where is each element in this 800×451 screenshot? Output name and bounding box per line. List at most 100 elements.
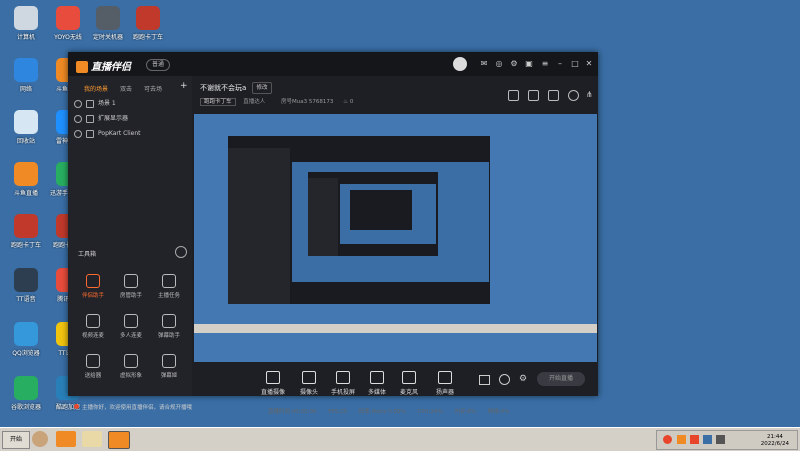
tab-double[interactable]: 双击	[120, 84, 132, 93]
bell-icon[interactable]: ◎	[494, 59, 504, 69]
notification-icon[interactable]	[568, 90, 579, 101]
edit-title-button[interactable]: 修改	[252, 82, 272, 94]
tool-item[interactable]: 送给器	[74, 354, 112, 379]
room-title: 不谢就不会玩a	[200, 84, 247, 92]
bottom-tool-button[interactable]: 扬声器	[424, 371, 466, 396]
notice-dot-icon	[74, 404, 79, 409]
app-icon	[14, 6, 38, 30]
screenshot-icon[interactable]	[508, 90, 519, 101]
tool-label: 视频连麦	[81, 333, 104, 339]
bottom-tool-label: 扬声器	[435, 389, 454, 396]
desktop-icon[interactable]: 谷歌浏览器	[2, 376, 50, 411]
preview-nested-sidebar-2	[308, 178, 338, 256]
settings-icon[interactable]: ⚙	[509, 59, 519, 69]
desktop-icon[interactable]: 跑跑卡丁车	[2, 214, 50, 249]
app-icon	[14, 214, 38, 238]
app-icon	[14, 322, 38, 346]
desktop-icon[interactable]: QQ浏览器	[2, 322, 50, 357]
status-fps: FPS:25	[328, 409, 348, 415]
camera-small-icon[interactable]	[499, 374, 510, 385]
app-icon	[56, 6, 80, 30]
eye-icon[interactable]	[74, 99, 82, 108]
desktop-icon-label: 谷歌浏览器	[10, 404, 41, 411]
source-row[interactable]: 扩展显示器	[74, 113, 128, 125]
taskbar-avatar-icon[interactable]	[32, 431, 48, 447]
eye-icon[interactable]	[74, 129, 82, 138]
category-secondary[interactable]: 直播达人	[243, 99, 265, 105]
share-icon[interactable]: ⋔	[586, 90, 595, 99]
tool-item[interactable]: 虚拟形象	[112, 354, 150, 379]
tool-item[interactable]: 多人连麦	[112, 314, 150, 339]
taskbar-folder-icon[interactable]	[82, 431, 102, 447]
tool-item[interactable]: 弹幕姬	[150, 354, 188, 379]
start-live-button[interactable]: 开始直播	[537, 372, 585, 386]
close-icon[interactable]: ✕	[584, 59, 594, 69]
layout-icon[interactable]	[548, 90, 559, 101]
right-panel: 不谢就不会玩a 修改 跑跑卡丁车 直播达人 房号Mua3 5768173 ♨ 0…	[192, 76, 598, 415]
tab-other[interactable]: 可去场	[144, 84, 162, 93]
minimize-icon[interactable]: –	[555, 59, 565, 69]
tray-live-icon[interactable]	[677, 435, 686, 444]
lock-icon[interactable]	[86, 114, 94, 123]
tool-icon	[124, 354, 138, 368]
tab-my-scenes[interactable]: 我的场景	[84, 84, 108, 93]
start-button[interactable]: 开始	[2, 431, 30, 449]
source-row[interactable]: 场景 1	[74, 98, 116, 110]
tool-label: 伴侣助手	[81, 293, 104, 299]
clock-time: 21:44	[766, 434, 783, 440]
mail-icon[interactable]: ✉	[479, 59, 489, 69]
tray-volume-icon[interactable]	[716, 435, 725, 444]
desktop-icon[interactable]: 计算机	[2, 6, 50, 41]
version-badge[interactable]: 普通	[146, 59, 170, 71]
tool-item[interactable]: 主播任务	[150, 274, 188, 299]
bottom-tool-icon	[402, 371, 416, 384]
desktop-icon[interactable]: 回收站	[2, 110, 50, 145]
lock-icon[interactable]	[86, 129, 94, 138]
status-memory: 内存:8%	[454, 409, 477, 415]
eye-icon[interactable]	[74, 114, 82, 123]
source-row[interactable]: PopKart Client	[74, 128, 141, 140]
settings-icon[interactable]: ⚙	[519, 374, 527, 384]
tray-antivirus-icon[interactable]	[690, 435, 699, 444]
tray-app-icon[interactable]	[663, 435, 672, 444]
lock-icon[interactable]	[86, 99, 94, 108]
tool-label: 虚拟形象	[119, 373, 142, 379]
tool-label: 多人连麦	[119, 333, 142, 339]
preview-nested-window	[228, 136, 490, 304]
hot-icon: ♨ 0	[343, 99, 354, 105]
maximize-icon[interactable]: □	[570, 59, 580, 69]
tool-item[interactable]: 弹幕助手	[150, 314, 188, 339]
record-icon[interactable]	[479, 375, 490, 385]
taskbar-live-icon[interactable]	[56, 431, 76, 447]
desktop-icon-label: 斗鱼直播	[13, 190, 38, 197]
app-icon	[14, 58, 38, 82]
room-meta: 跑跑卡丁车 直播达人 房号Mua3 5768173 ♨ 0	[200, 97, 353, 107]
category-tag[interactable]: 跑跑卡丁车	[200, 98, 236, 106]
clock[interactable]: 21:44 2022/6/24	[761, 434, 789, 448]
tool-label: 房管助手	[119, 293, 142, 299]
notice-bar[interactable]: 主播你好，欢迎使用直播伴侣，请合规开播哦	[74, 403, 244, 411]
bottom-tool-icon	[370, 371, 384, 384]
bottom-tool-icon	[266, 371, 280, 384]
skin-icon[interactable]: ▣	[524, 59, 534, 69]
desktop-icon[interactable]: TT语音	[2, 268, 50, 303]
avatar[interactable]	[453, 57, 467, 71]
live-preview[interactable]	[194, 114, 597, 362]
toolbox-settings-icon[interactable]	[175, 246, 187, 258]
tool-label: 送给器	[84, 373, 102, 379]
desktop-icon-label: 跑跑卡丁车	[132, 34, 163, 41]
desktop-icon[interactable]: 跑跑卡丁车	[124, 6, 172, 41]
menu-icon[interactable]: ≡	[540, 59, 550, 69]
preview-nested-desktop	[292, 162, 489, 282]
tool-icon	[124, 274, 138, 288]
tool-item[interactable]: 伴侣助手	[74, 274, 112, 299]
taskbar-live-app-icon[interactable]	[108, 431, 130, 449]
tool-item[interactable]: 视频连麦	[74, 314, 112, 339]
desktop-icon[interactable]: 网络	[2, 58, 50, 93]
tray-network-icon[interactable]	[703, 435, 712, 444]
desktop-icon[interactable]: 斗鱼直播	[2, 162, 50, 197]
app-icon	[14, 110, 38, 134]
add-scene-icon[interactable]: +	[180, 81, 188, 91]
lock-icon[interactable]	[528, 90, 539, 101]
tool-item[interactable]: 房管助手	[112, 274, 150, 299]
